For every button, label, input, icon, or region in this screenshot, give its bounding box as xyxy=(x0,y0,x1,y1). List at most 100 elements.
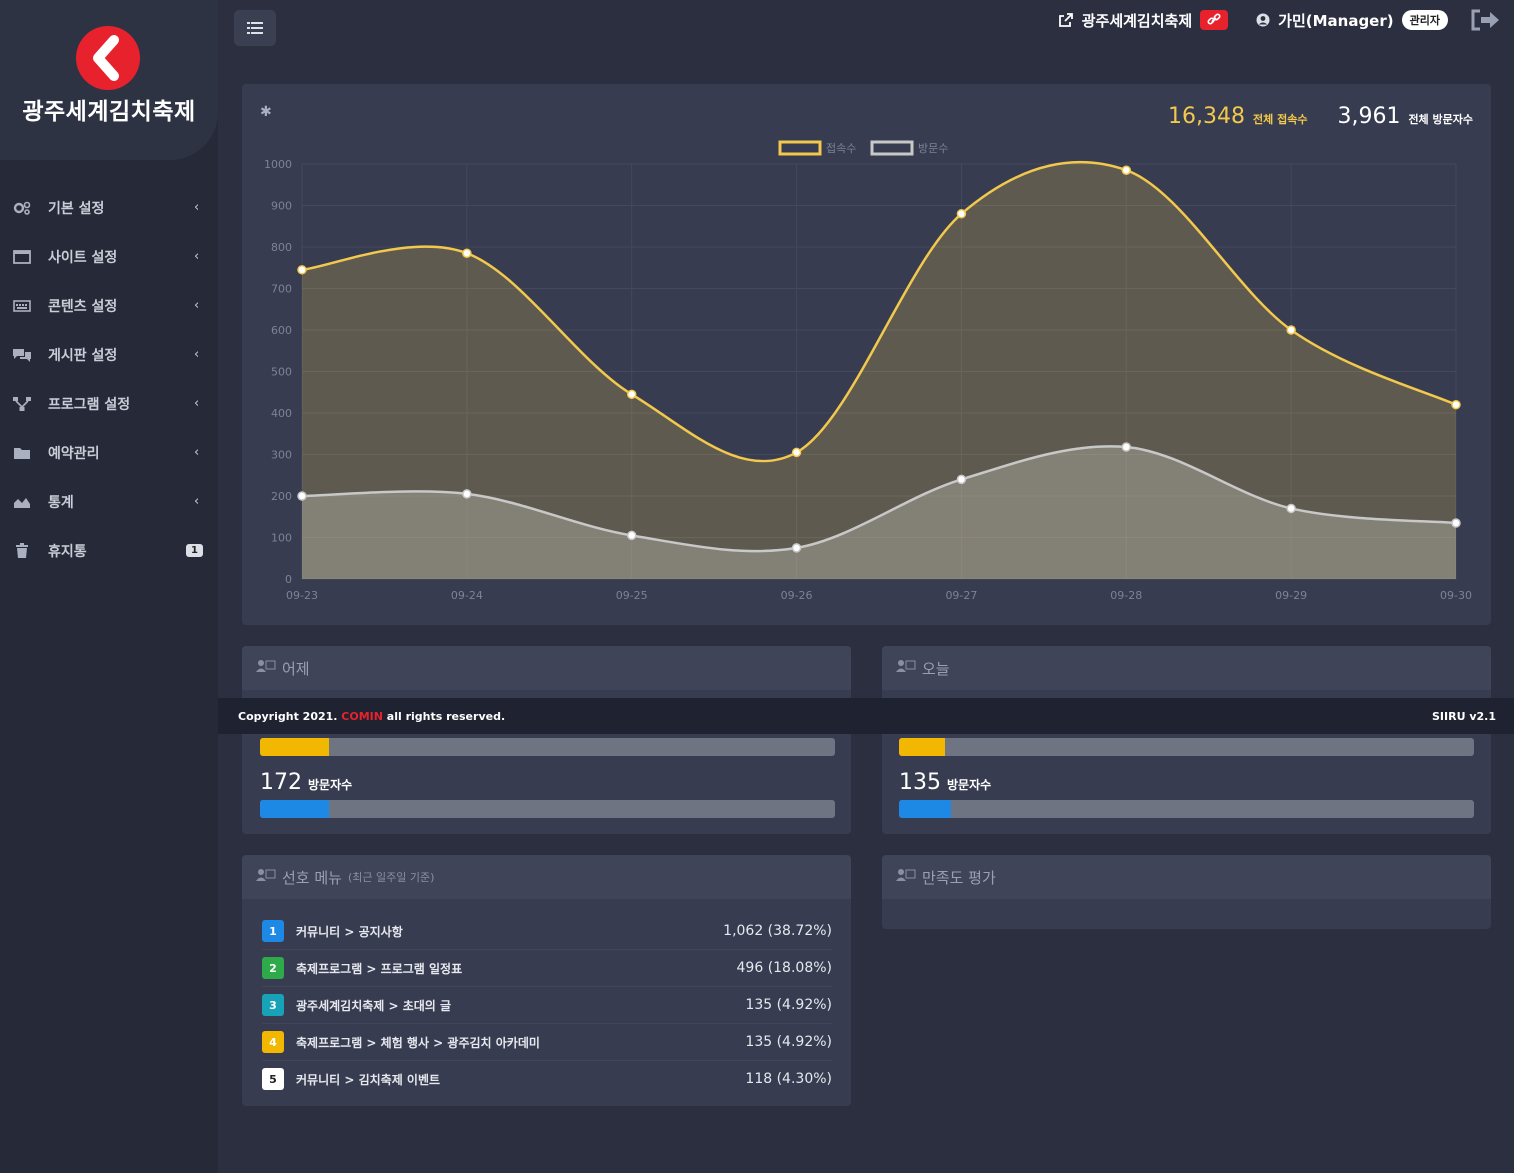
user-card-icon xyxy=(896,868,916,886)
data-point xyxy=(1286,325,1296,335)
today-panel: 오늘 135 방문자수 xyxy=(882,646,1491,834)
chevron-left-icon: ‹ xyxy=(194,445,200,460)
x-tick-label: 09-26 xyxy=(781,589,813,602)
user-card-icon xyxy=(256,868,276,886)
popular-menu-row[interactable]: 4 축제프로그램 > 체험 행사 > 광주김치 아카데미 135 (4.92%) xyxy=(262,1024,832,1061)
sidebar-item[interactable]: 사이트 설정 ‹ xyxy=(0,232,218,281)
yesterday-visitors-value: 172 xyxy=(260,770,302,795)
external-link-icon[interactable] xyxy=(1058,12,1074,28)
x-tick-label: 09-30 xyxy=(1440,589,1472,602)
popular-menu-header: 선호 메뉴 (최근 일주일 기준) xyxy=(242,855,851,899)
yesterday-visit-bar-fill xyxy=(260,738,329,756)
chevron-left-icon: ‹ xyxy=(194,200,200,215)
visit-chart-panel: ✱ 16,348 전체 접속수 3,961 전체 방문자수 0 100 200 300… xyxy=(242,84,1491,625)
rank-badge: 1 xyxy=(262,920,284,942)
comments-icon xyxy=(12,347,32,363)
chevron-left-icon: ‹ xyxy=(194,494,200,509)
today-visitors: 135 방문자수 xyxy=(899,770,991,795)
data-point xyxy=(626,389,637,400)
company-name[interactable]: COMIN xyxy=(341,710,383,723)
brand-logo[interactable] xyxy=(76,26,140,90)
user-card-icon xyxy=(896,659,916,677)
today-visitor-bar xyxy=(899,800,1474,818)
y-tick-label: 900 xyxy=(271,200,292,213)
popular-menu-value: 135 (4.92%) xyxy=(745,997,832,1013)
y-tick-label: 0 xyxy=(285,573,292,586)
sidebar-item[interactable]: 휴지통 1 xyxy=(0,526,218,575)
y-tick-label: 700 xyxy=(271,283,292,296)
popular-menu-row[interactable]: 2 축제프로그램 > 프로그램 일정표 496 (18.08%) xyxy=(262,950,832,987)
today-visit-bar xyxy=(899,738,1474,756)
today-visitors-unit: 방문자수 xyxy=(947,778,992,792)
sidebar-item[interactable]: 콘텐츠 설정 ‹ xyxy=(0,281,218,330)
sidebar-item[interactable]: 게시판 설정 ‹ xyxy=(0,330,218,379)
yesterday-title: 어제 xyxy=(282,659,310,678)
today-visit-bar-fill xyxy=(899,738,945,756)
satisfaction-panel: 만족도 평가 xyxy=(882,855,1491,929)
chevron-left-icon: ‹ xyxy=(194,249,200,264)
trash-icon xyxy=(12,542,32,559)
role-badge: 관리자 xyxy=(1401,10,1448,30)
data-point xyxy=(626,530,637,541)
data-point xyxy=(791,447,802,458)
rank-badge: 4 xyxy=(262,1031,284,1053)
sidebar-header: 광주세계김치축제 xyxy=(0,0,218,160)
folder-icon xyxy=(12,445,32,461)
y-tick-label: 400 xyxy=(271,407,292,420)
popular-menu-row[interactable]: 1 커뮤니티 > 공지사항 1,062 (38.72%) xyxy=(262,913,832,950)
sidebar-item[interactable]: 예약관리 ‹ xyxy=(0,428,218,477)
y-tick-label: 1000 xyxy=(264,158,292,171)
popular-menu-value: 1,062 (38.72%) xyxy=(723,923,832,939)
legend-label: 방문수 xyxy=(918,142,948,155)
yesterday-visitors: 172 방문자수 xyxy=(260,770,352,795)
topbar-right: 광주세계김치축제 가민(Manager) 관리자 xyxy=(1058,6,1500,34)
window-icon xyxy=(12,249,32,265)
x-tick-label: 09-24 xyxy=(451,589,483,602)
area-chart-icon xyxy=(12,494,32,510)
link-icon xyxy=(1207,13,1221,25)
popular-menu-row[interactable]: 3 광주세계김치축제 > 초대의 글 135 (4.92%) xyxy=(262,987,832,1024)
gear-icon xyxy=(12,200,32,216)
popular-menu-panel: 선호 메뉴 (최근 일주일 기준) 1 커뮤니티 > 공지사항 1,062 (38.… xyxy=(242,855,851,1106)
popular-menu-row[interactable]: 5 커뮤니티 > 김치축제 이벤트 118 (4.30%) xyxy=(262,1061,832,1097)
yesterday-visitors-unit: 방문자수 xyxy=(308,778,353,792)
sidebar-item-label: 프로그램 설정 xyxy=(48,396,131,413)
legend-swatch xyxy=(778,140,822,156)
sidebar-menu: 기본 설정 ‹ 사이트 설정 ‹ 콘텐츠 설정 ‹ 게시판 설정 ‹ 프로그램 설정 ‹ 예약관리 ‹… xyxy=(0,183,218,575)
rank-badge: 3 xyxy=(262,994,284,1016)
data-point xyxy=(297,491,307,501)
sidebar-toggle-button[interactable] xyxy=(234,10,276,46)
keyboard-icon xyxy=(12,298,32,314)
chevron-left-icon: ‹ xyxy=(194,347,200,362)
y-tick-label: 200 xyxy=(271,490,292,503)
copyright-suffix: all rights reserved. xyxy=(382,709,506,723)
user-name[interactable]: 가민(Manager) xyxy=(1278,10,1393,31)
data-point xyxy=(1451,518,1461,528)
site-link-badge[interactable] xyxy=(1200,10,1229,30)
x-tick-label: 09-28 xyxy=(1110,589,1142,602)
y-tick-label: 500 xyxy=(271,366,292,379)
sidebar-item[interactable]: 기본 설정 ‹ xyxy=(0,183,218,232)
rank-badge: 2 xyxy=(262,957,284,979)
yesterday-panel: 어제 172 방문자수 xyxy=(242,646,851,834)
data-point xyxy=(1121,165,1132,175)
sidebar-item-label: 통계 xyxy=(48,494,74,511)
footer: Copyright 2021. COMIN all rights reserve… xyxy=(218,698,1514,734)
sidebar-item[interactable]: 통계 ‹ xyxy=(0,477,218,526)
sidebar-item[interactable]: 프로그램 설정 ‹ xyxy=(0,379,218,428)
yesterday-visitor-bar-fill xyxy=(260,800,329,818)
user-icon xyxy=(1256,13,1270,27)
data-point xyxy=(462,248,472,258)
logout-icon[interactable] xyxy=(1470,8,1500,32)
copyright-prefix: Copyright 2021. xyxy=(238,709,342,723)
site-link[interactable]: 광주세계김치축제 xyxy=(1082,10,1192,31)
list-icon xyxy=(247,22,263,34)
y-tick-label: 300 xyxy=(271,449,292,462)
data-point xyxy=(956,474,967,485)
version: SIIRU v2.1 xyxy=(1432,709,1496,723)
y-tick-label: 600 xyxy=(271,324,292,337)
y-tick-label: 800 xyxy=(271,241,292,254)
x-tick-label: 09-29 xyxy=(1275,589,1307,602)
visit-area-chart: 0 100 200 300 400 500 600 700 800 900 1000 09-23 09-… xyxy=(264,140,1472,602)
user-card-icon xyxy=(256,659,276,677)
